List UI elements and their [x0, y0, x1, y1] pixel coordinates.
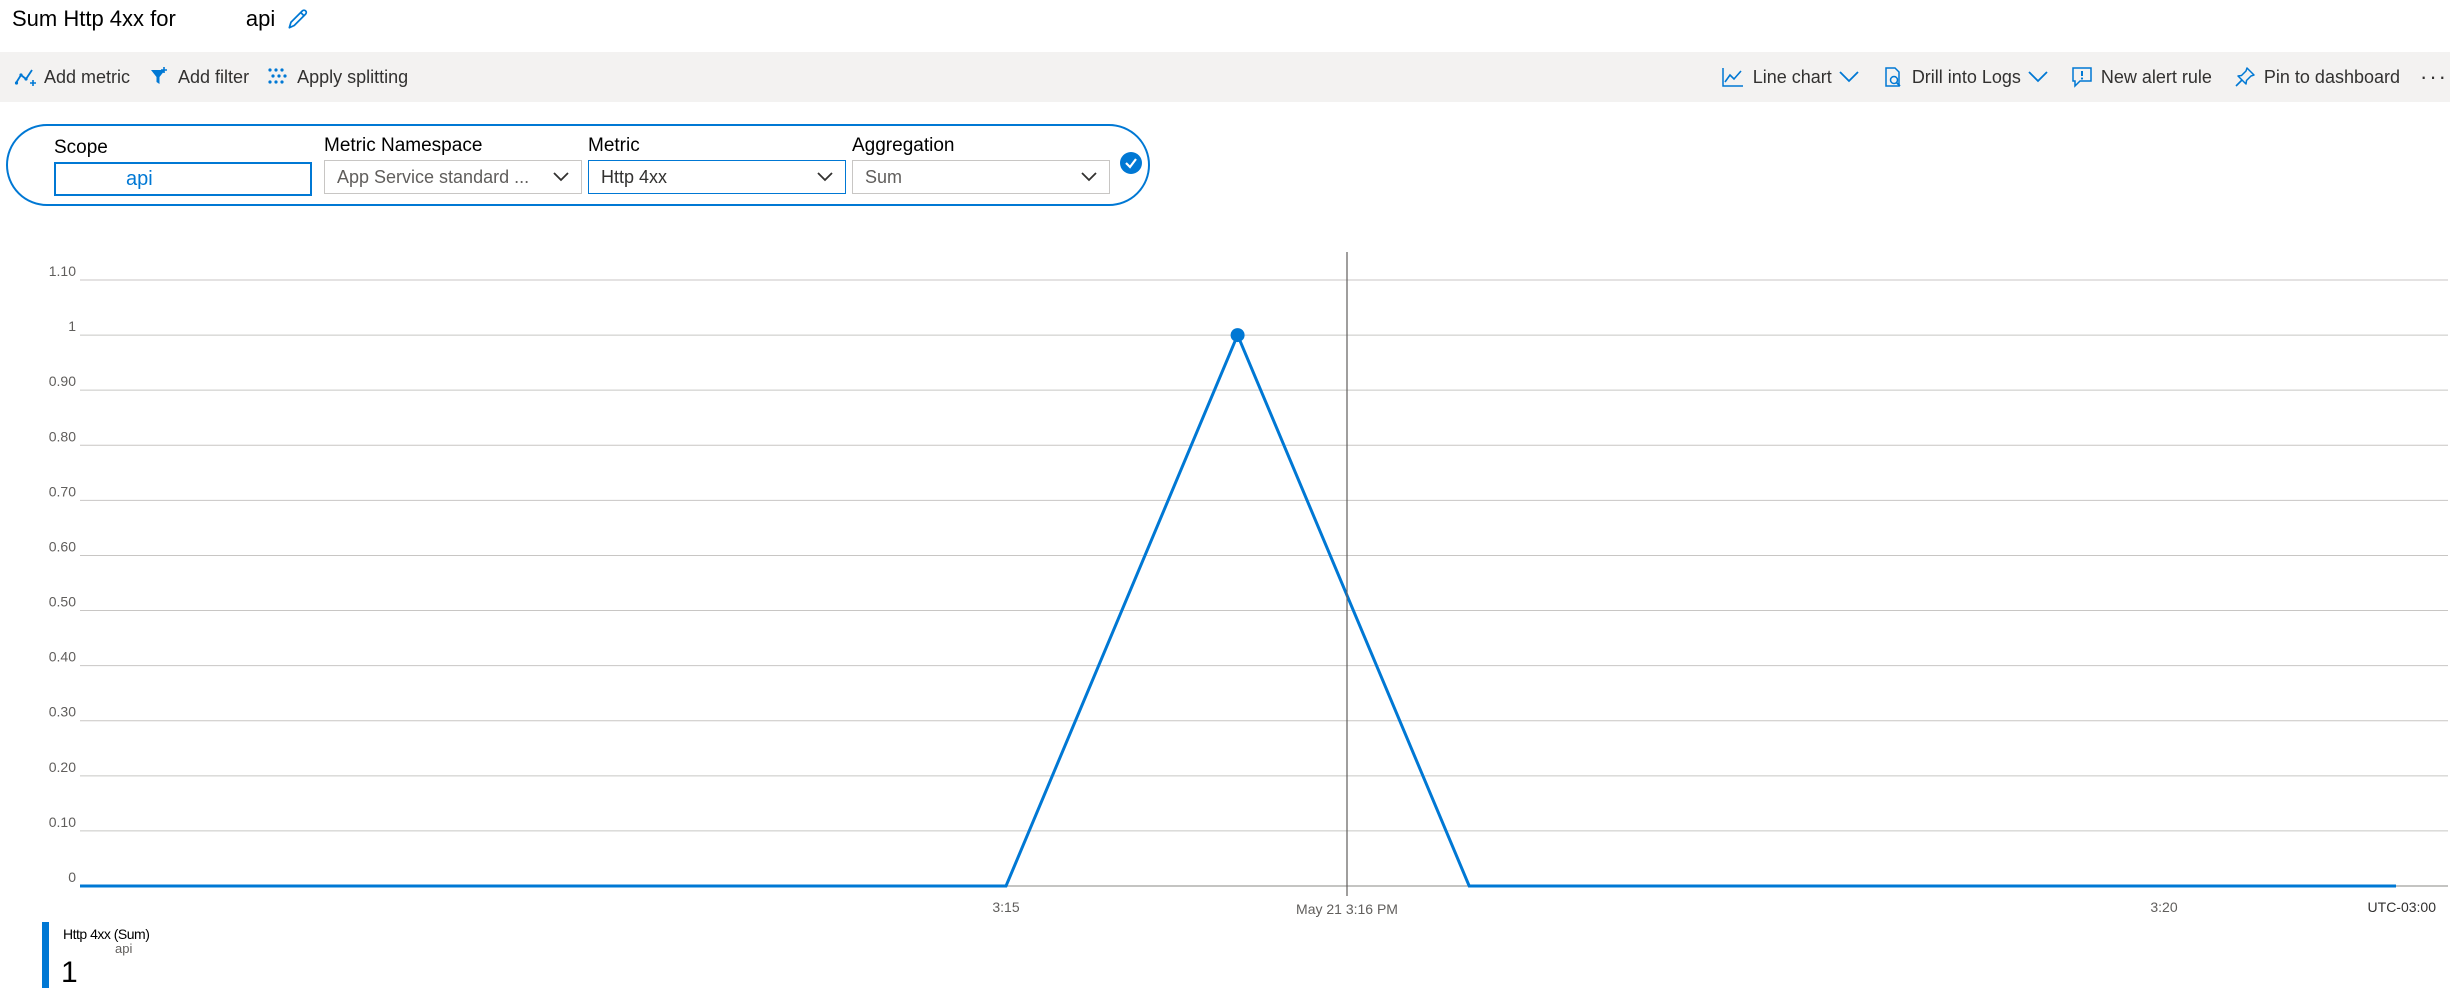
timezone-label: UTC-03:00 [2368, 899, 2437, 915]
metric-field: Metric Http 4xx [588, 132, 846, 194]
more-options-icon[interactable]: ··· [2420, 64, 2448, 90]
aggregation-label: Aggregation [852, 135, 955, 156]
aggregation-dropdown[interactable]: Sum [852, 160, 1110, 194]
pencil-icon[interactable] [285, 6, 311, 32]
x-tick-label: 3:15 [992, 899, 1019, 915]
pin-to-dashboard-button[interactable]: Pin to dashboard [2234, 52, 2400, 102]
pin-to-dashboard-label: Pin to dashboard [2263, 66, 2401, 87]
command-bar: Add metric Add filter Apply splitting Li… [0, 52, 2450, 102]
drill-into-logs-label: Drill into Logs [1911, 66, 2021, 87]
chart-title: Sum Http 4xx for api [12, 2, 311, 36]
metric-dropdown[interactable]: Http 4xx [588, 160, 846, 194]
namespace-label: Metric Namespace [324, 135, 483, 156]
y-tick-label: 0.20 [49, 759, 76, 775]
new-alert-rule-label: New alert rule [2100, 66, 2212, 87]
legend-resource: api [115, 941, 133, 956]
y-tick-label: 0.80 [49, 428, 76, 444]
y-tick-label: 0.60 [49, 538, 76, 554]
chart-legend[interactable]: Http 4xx (Sum) api 1 [42, 922, 257, 989]
line-chart-label: Line chart [1752, 66, 1832, 87]
chevron-down-icon [2028, 71, 2048, 83]
y-tick-label: 0.90 [49, 373, 76, 389]
metric-selector: Scope api Metric Namespace App Service s… [6, 124, 1150, 206]
namespace-dropdown[interactable]: App Service standard ... [324, 160, 582, 194]
y-tick-label: 0.40 [49, 649, 76, 665]
line-chart-dropdown[interactable]: Line chart [1721, 52, 1860, 102]
add-metric-label: Add metric [44, 66, 131, 87]
chart-title-prefix: Sum Http 4xx for [12, 6, 176, 31]
hover-time-label: May 21 3:16 PM [1296, 901, 1398, 917]
y-tick-label: 1 [68, 318, 76, 334]
line-chart[interactable]: 0 0.10 0.20 0.30 0.40 0.50 0.60 0.70 0.80 0.90 1 1.… [0, 240, 2456, 920]
chevron-down-icon [817, 172, 833, 182]
aggregation-value: Sum [865, 166, 903, 187]
chevron-down-icon [553, 172, 569, 182]
legend-value: 1 [61, 956, 78, 989]
y-tick-label: 0 [68, 869, 76, 885]
metric-value: Http 4xx [601, 166, 668, 187]
y-tick-label: 0.50 [49, 594, 76, 610]
apply-splitting-button[interactable]: Apply splitting [267, 52, 408, 102]
scope-label: Scope [54, 137, 108, 158]
pin-icon [2235, 67, 2255, 87]
add-filter-label: Add filter [178, 66, 250, 87]
add-metric-icon [14, 69, 36, 86]
logs-icon [1885, 67, 1901, 87]
aggregation-field: Aggregation Sum [852, 132, 1110, 194]
apply-splitting-label: Apply splitting [297, 66, 409, 87]
scope-value: api [126, 167, 153, 190]
metric-label: Metric [588, 135, 640, 156]
add-filter-button[interactable]: Add filter [148, 52, 249, 102]
data-point [1230, 328, 1245, 343]
drill-into-logs-dropdown[interactable]: Drill into Logs [1882, 52, 2049, 102]
y-tick-label: 0.10 [49, 814, 76, 830]
x-tick-label: 3:20 [2150, 899, 2177, 915]
y-tick-label: 1.10 [49, 263, 76, 279]
confirm-check-icon[interactable] [1120, 152, 1142, 174]
alert-icon [2072, 67, 2092, 88]
legend-series-name: Http 4xx (Sum) [63, 926, 150, 942]
filter-icon [151, 67, 168, 84]
legend-color-bar [42, 922, 49, 988]
y-tick-label: 0.70 [49, 483, 76, 499]
add-metric-button[interactable]: Add metric [14, 52, 130, 102]
chart-title-resource: api [245, 6, 276, 31]
namespace-field: Metric Namespace App Service standard ..… [324, 132, 582, 194]
scope-input[interactable]: api [54, 162, 312, 196]
namespace-value: App Service standard ... [337, 166, 530, 187]
line-chart-icon [1722, 68, 1743, 87]
chevron-down-icon [1081, 172, 1097, 182]
new-alert-rule-button[interactable]: New alert rule [2071, 52, 2212, 102]
scope-field: Scope api [54, 132, 312, 196]
chevron-down-icon [1839, 71, 1859, 83]
y-tick-label: 0.30 [49, 704, 76, 720]
splitting-icon [268, 68, 287, 84]
